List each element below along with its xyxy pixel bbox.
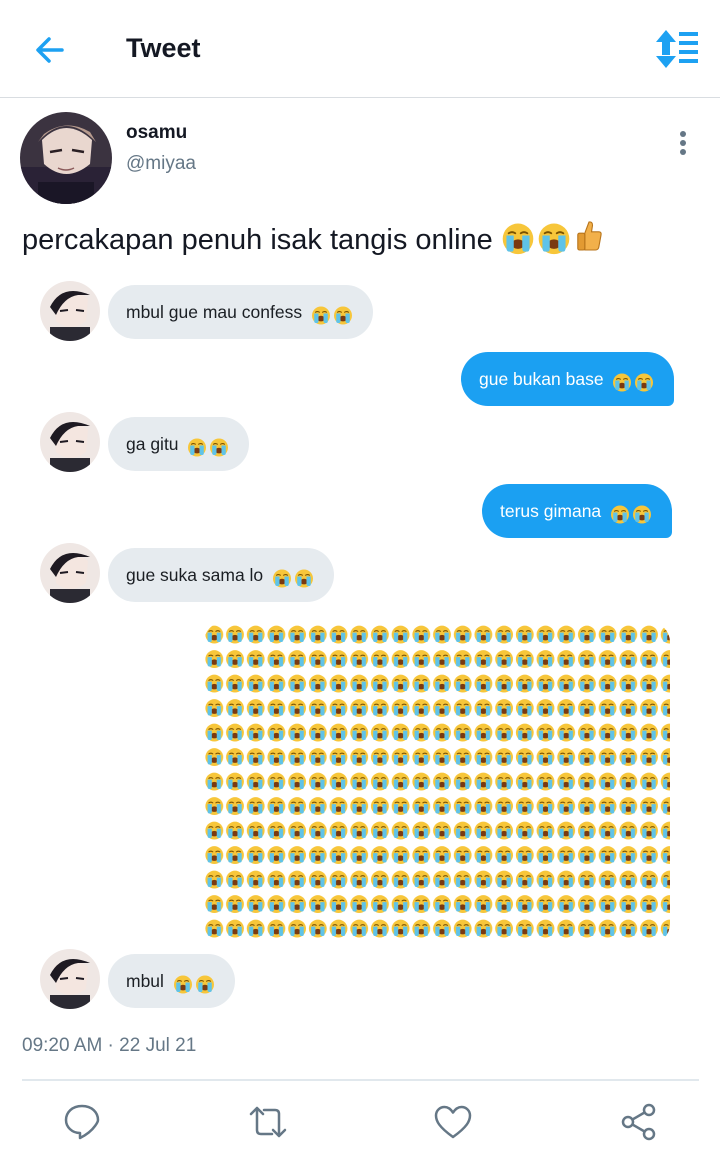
chat-avatar xyxy=(40,543,100,603)
chat-bubble-incoming: mbul xyxy=(108,954,235,1008)
message-text: terus gimana xyxy=(500,501,607,521)
crying-emoji-pair xyxy=(173,955,217,1009)
chat-bubble-incoming: ga gitu xyxy=(108,417,250,472)
chat-avatar xyxy=(40,949,100,1009)
crying-emoji-pair xyxy=(311,286,355,340)
message-text: mbul xyxy=(126,971,169,991)
crying-emoji-pair xyxy=(187,418,231,472)
message-text: ga gitu xyxy=(126,434,184,454)
tweet-timestamp[interactable]: 09:20 AM · 22 Jul 21 xyxy=(22,1035,196,1057)
crying-emoji-grid xyxy=(204,622,670,944)
crying-emoji-pair xyxy=(612,353,656,407)
crying-emoji-pair xyxy=(272,549,316,603)
crying-emoji-pair xyxy=(610,485,654,539)
chat-bubble-incoming: mbul gue mau confess xyxy=(108,285,373,339)
message-text: mbul gue mau confess xyxy=(126,302,307,322)
chat-avatar xyxy=(40,412,100,472)
chat-screenshot: mbul gue mau confess gue bukan base ga g… xyxy=(0,0,720,1158)
message-text: gue bukan base xyxy=(479,369,609,389)
share-icon[interactable] xyxy=(617,1100,661,1144)
message-text: gue suka sama lo xyxy=(126,565,269,585)
divider xyxy=(22,1079,699,1081)
retweet-icon[interactable] xyxy=(246,1100,290,1144)
chat-bubble-outgoing: gue bukan base xyxy=(461,352,675,407)
chat-bubble-outgoing: terus gimana xyxy=(482,484,673,539)
reply-icon[interactable] xyxy=(60,1100,104,1144)
chat-bubble-incoming: gue suka sama lo xyxy=(108,548,335,603)
like-icon[interactable] xyxy=(431,1100,475,1144)
chat-avatar xyxy=(40,281,100,341)
